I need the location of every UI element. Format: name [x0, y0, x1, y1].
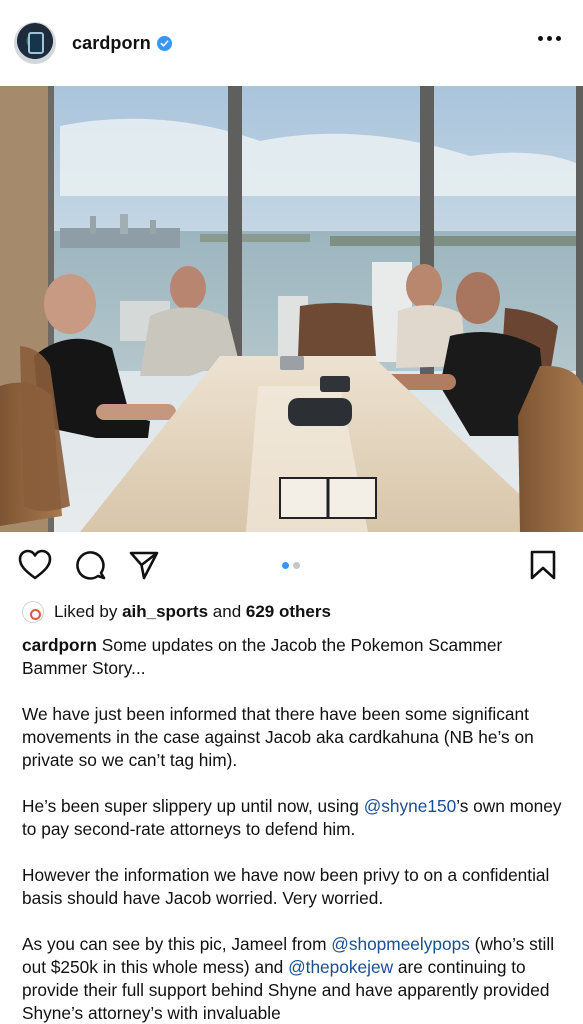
likes-middle: and — [212, 602, 242, 621]
likes-row[interactable]: Liked by aih_sports and 629 others — [22, 598, 331, 626]
caption-paragraph-5: As you can see by this pic, Jameel from … — [22, 934, 555, 1023]
carousel-indicator — [282, 562, 300, 569]
username[interactable]: cardporn — [72, 33, 151, 54]
mention-link[interactable]: @thepokejew — [288, 957, 393, 977]
heart-icon[interactable] — [18, 549, 52, 586]
avatar[interactable] — [14, 22, 56, 64]
caption-username[interactable]: cardporn — [22, 635, 97, 655]
caption-paragraph-3: He’s been super slippery up until now, u… — [22, 796, 562, 839]
post-header: cardporn — [0, 0, 583, 86]
mention-link[interactable]: @shopmeelypops — [331, 934, 470, 954]
more-horizontal-icon[interactable] — [538, 36, 561, 41]
carousel-dot — [293, 562, 300, 569]
comment-icon[interactable] — [75, 549, 107, 586]
avatar-card-image — [28, 32, 44, 54]
caption-paragraph-2: We have just been informed that there ha… — [22, 704, 534, 770]
post-caption: cardporn Some updates on the Jacob the P… — [22, 634, 567, 1024]
likes-prefix: Liked by — [54, 602, 118, 621]
likes-user[interactable]: aih_sports — [122, 602, 208, 622]
verified-badge-icon — [156, 35, 172, 51]
instagram-post: cardporn Liked by aih_sports and 629 oth… — [0, 0, 583, 1024]
liker-avatar — [22, 601, 44, 623]
mention-link[interactable]: @shyne150 — [364, 796, 457, 816]
bookmark-icon[interactable] — [528, 549, 558, 586]
post-photo[interactable] — [0, 86, 583, 532]
caption-paragraph-4: However the information we have now been… — [22, 865, 550, 908]
likes-count[interactable]: 629 others — [246, 602, 331, 622]
send-icon[interactable] — [128, 549, 160, 586]
post-actions — [0, 532, 583, 598]
carousel-dot-active — [282, 562, 289, 569]
caption-paragraph-1: cardporn Some updates on the Jacob the P… — [22, 635, 503, 678]
